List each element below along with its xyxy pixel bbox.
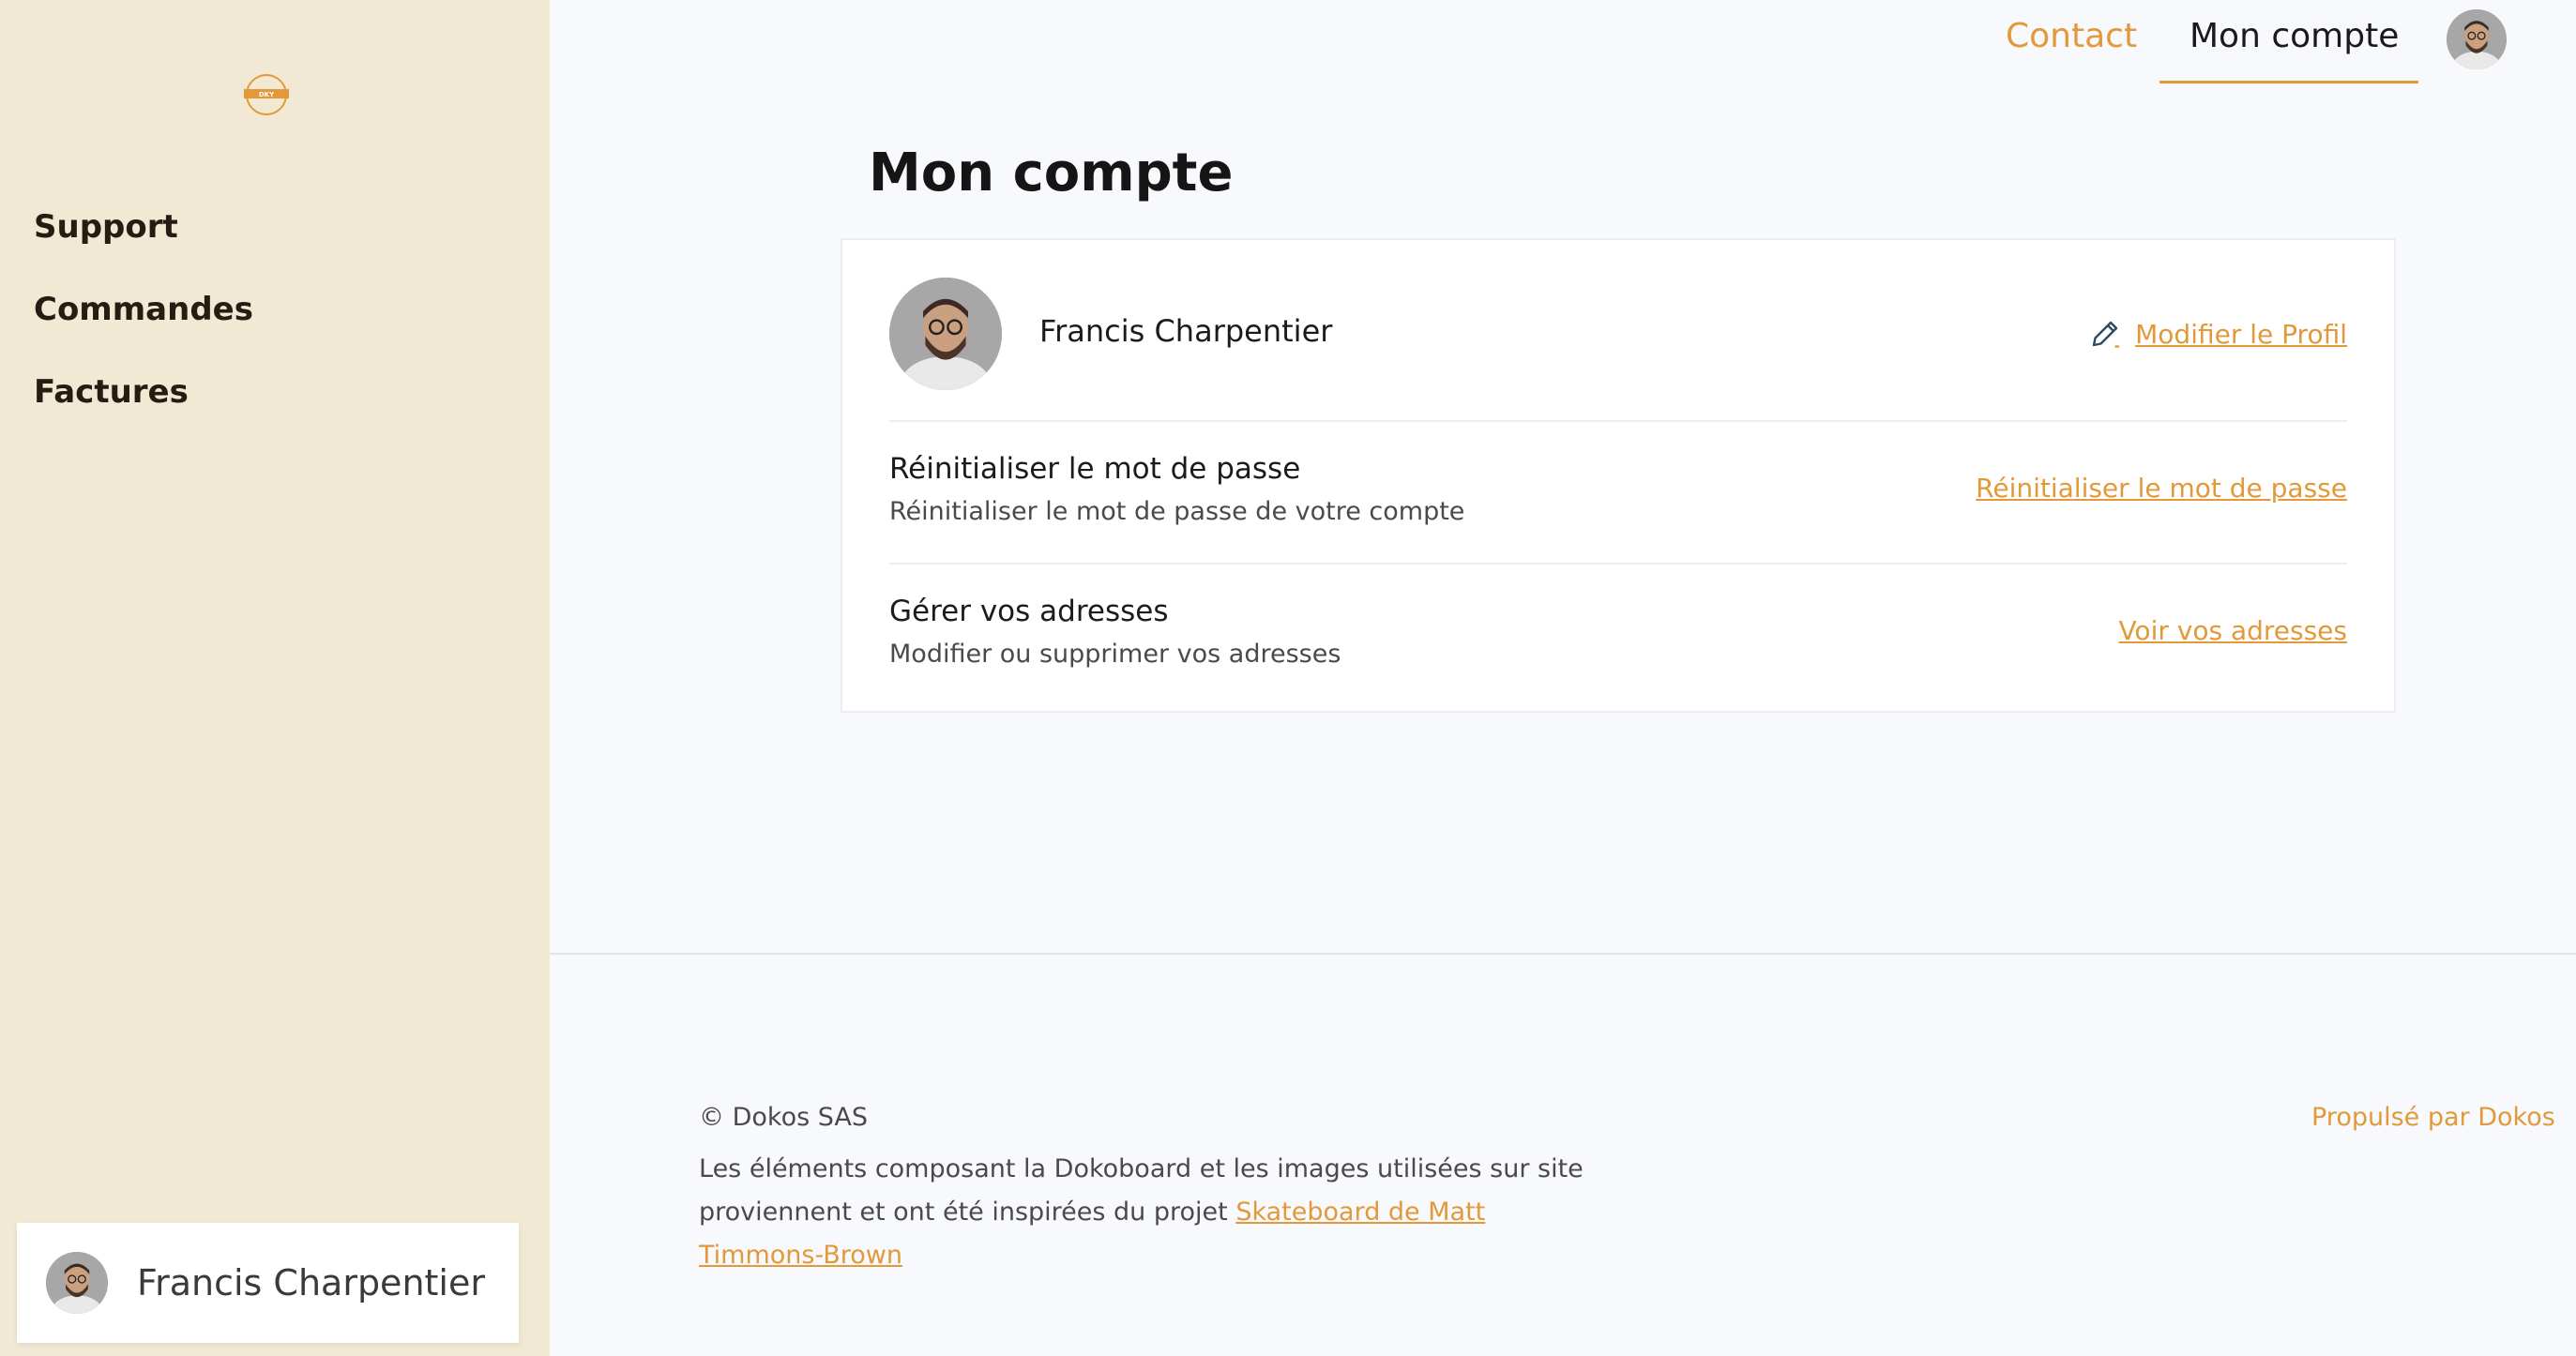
sidebar-user-name: Francis Charpentier	[137, 1262, 485, 1303]
nav-account-link[interactable]: Mon compte	[2190, 17, 2399, 55]
footer-credits: Les éléments composant la Dokoboard et l…	[699, 1148, 1599, 1277]
footer-divider	[550, 953, 2576, 955]
view-addresses-link[interactable]: Voir vos adresses	[2118, 615, 2347, 646]
user-avatar	[46, 1252, 108, 1314]
pencil-icon	[2092, 321, 2120, 348]
reset-password-subtitle: Réinitialiser le mot de passe de votre c…	[889, 497, 1465, 526]
profile-name: Francis Charpentier	[1039, 313, 1333, 349]
addresses-title: Gérer vos adresses	[889, 595, 1169, 628]
edit-profile-button[interactable]: Modifier le Profil	[2088, 317, 2347, 351]
sidebar-item-commandes[interactable]: Commandes	[34, 291, 253, 328]
profile-avatar	[889, 278, 1002, 390]
brand-logo[interactable]: DKY	[242, 73, 291, 116]
sidebar-item-factures[interactable]: Factures	[34, 373, 189, 411]
powered-by-link[interactable]: Propulsé par Dokos	[2311, 1103, 2555, 1132]
nav-contact-link[interactable]: Contact	[2006, 17, 2137, 55]
footer-copyright: © Dokos SAS	[699, 1103, 868, 1132]
header-avatar[interactable]	[2447, 9, 2507, 69]
logo-text: DKY	[259, 91, 275, 98]
sidebar: DKY Support Commandes Factures Francis C…	[0, 0, 550, 1356]
top-navigation: Contact Mon compte	[550, 0, 2576, 84]
sidebar-user-card[interactable]: Francis Charpentier	[17, 1223, 519, 1343]
edit-profile-link[interactable]: Modifier le Profil	[2135, 319, 2347, 350]
divider	[889, 420, 2347, 422]
reset-password-link[interactable]: Réinitialiser le mot de passe	[1976, 473, 2347, 504]
active-tab-indicator	[2159, 81, 2418, 83]
reset-password-title: Réinitialiser le mot de passe	[889, 452, 1301, 486]
account-card: Francis Charpentier Modifier le Profil R…	[841, 238, 2396, 713]
divider	[889, 563, 2347, 565]
sidebar-item-support[interactable]: Support	[34, 208, 178, 246]
page-title: Mon compte	[869, 143, 1234, 203]
addresses-subtitle: Modifier ou supprimer vos adresses	[889, 640, 1341, 669]
